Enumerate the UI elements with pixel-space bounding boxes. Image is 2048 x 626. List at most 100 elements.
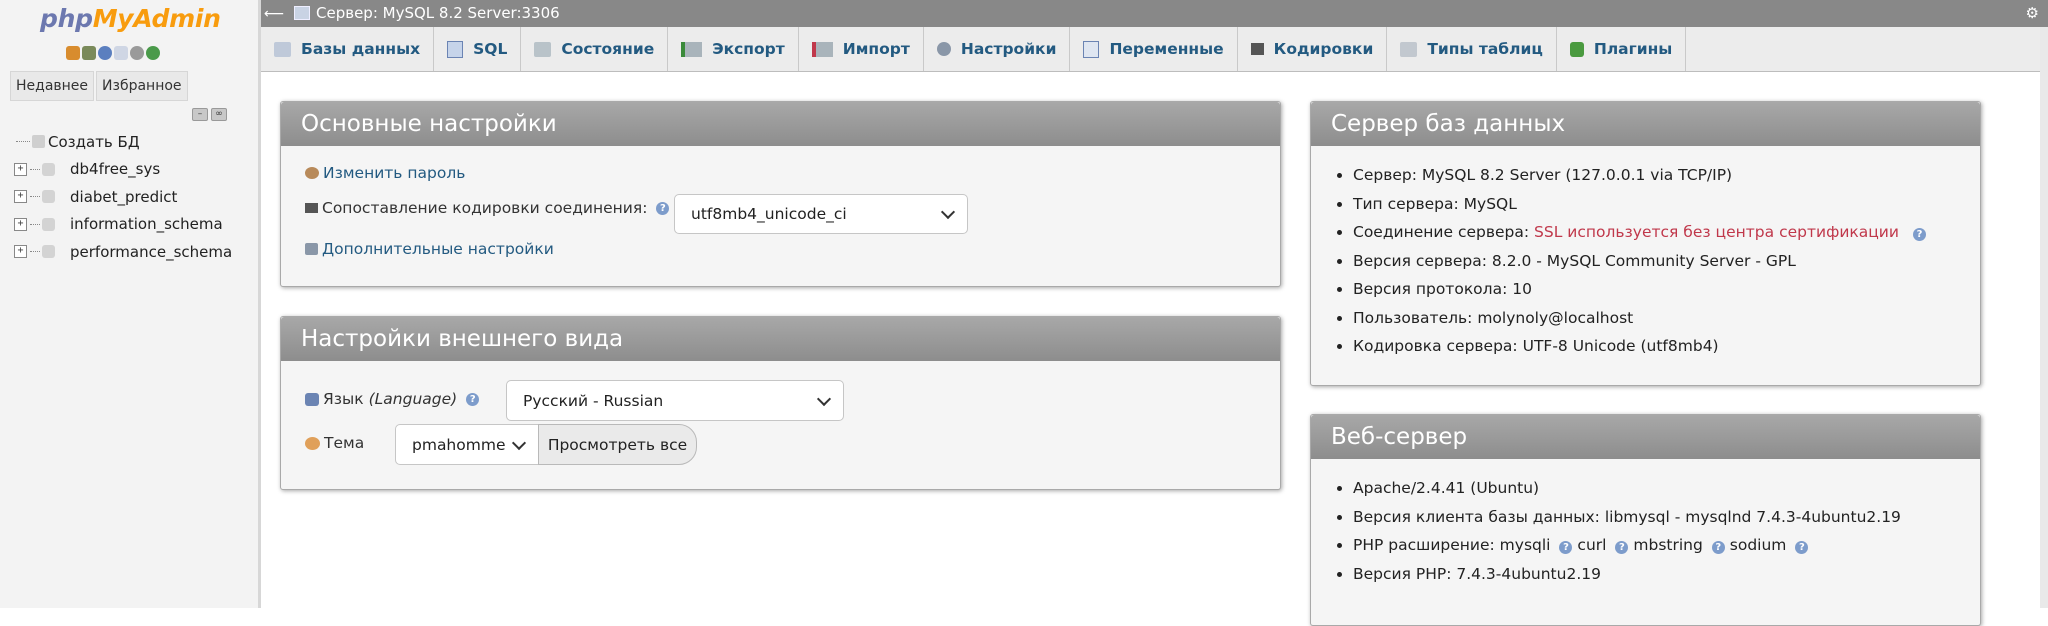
navigation-panel: phpMyAdmin Недавнее Избранное – ∞ Создат… — [0, 0, 259, 608]
more-settings-link[interactable]: Дополнительные настройки — [322, 240, 554, 258]
change-password-row: Изменить пароль — [305, 164, 465, 182]
info-label: Версия протокола: — [1353, 280, 1508, 298]
general-settings-panel: Основные настройки Изменить пароль Сопос… — [280, 101, 1281, 287]
panel-title: Сервер баз данных — [1311, 102, 1980, 146]
export-icon — [681, 41, 703, 57]
chevron-down-icon — [511, 435, 527, 450]
expand-icon[interactable]: + — [14, 217, 27, 231]
list-item: Соединение сервера: SSL используется без… — [1353, 218, 1926, 247]
nav-quick-icons — [66, 46, 160, 62]
help-icon[interactable]: ? — [656, 201, 670, 215]
phpmyadmin-logo[interactable]: phpMyAdmin — [40, 4, 221, 33]
help-icon[interactable]: ? — [1795, 541, 1809, 554]
tree-item-information-schema[interactable]: + information_schema — [14, 211, 232, 239]
info-label: Сервер: — [1353, 166, 1417, 184]
tree-item-create-db[interactable]: Создать БД — [14, 128, 232, 156]
change-password-icon — [305, 167, 319, 179]
tab-charsets[interactable]: Кодировки — [1238, 27, 1388, 71]
main-tabs: Базы данных SQL Состояние Экспорт Импорт… — [261, 27, 2048, 72]
tab-engines[interactable]: Типы таблиц — [1387, 27, 1557, 71]
collation-label: Сопоставление кодировки соединения: — [322, 199, 648, 217]
info-label: Кодировка сервера: — [1353, 337, 1518, 355]
nav-settings-icon[interactable] — [130, 46, 144, 60]
logout-icon[interactable] — [82, 46, 96, 60]
language-row: Язык (Language) ? — [305, 390, 480, 408]
tab-plugins[interactable]: Плагины — [1557, 27, 1687, 71]
list-item: Версия сервера: 8.2.0 - MySQL Community … — [1353, 247, 1926, 276]
theme-label: Тема — [324, 434, 365, 452]
status-icon — [534, 41, 552, 57]
collation-select[interactable]: utf8mb4_unicode_ci — [674, 194, 968, 234]
php-ext-item: sodium — [1729, 536, 1787, 554]
panel-title: Веб-сервер — [1311, 415, 1980, 459]
nav-tab-favorites[interactable]: Избранное — [96, 71, 188, 101]
expand-icon[interactable]: + — [14, 190, 27, 204]
help-icon[interactable]: ? — [1559, 541, 1573, 554]
info-value: 8.2.0 - MySQL Community Server - GPL — [1491, 251, 1796, 270]
main-scrollbar[interactable] — [2040, 27, 2048, 608]
tab-import[interactable]: Импорт — [799, 27, 924, 71]
expand-icon[interactable]: + — [14, 162, 27, 176]
panel-title: Основные настройки — [281, 102, 1280, 146]
breadcrumb-server-label: Сервер: MySQL 8.2 Server:3306 — [316, 4, 560, 22]
language-label-en: (Language) — [368, 390, 458, 408]
info-value: 10 — [1512, 280, 1532, 298]
info-label: Версия сервера: — [1353, 251, 1487, 270]
wrench-icon — [305, 243, 318, 255]
theme-palette-icon — [305, 436, 320, 450]
tab-settings[interactable]: Настройки — [924, 27, 1071, 71]
theme-row: Тема — [305, 434, 364, 452]
nav-resizer[interactable] — [258, 0, 261, 608]
apache-version: Apache/2.4.41 (Ubuntu) — [1353, 479, 1540, 497]
language-select[interactable]: Русский - Russian — [506, 380, 844, 421]
list-item: Сервер: MySQL 8.2 Server (127.0.0.1 via … — [1353, 161, 1926, 190]
tree-item-db4free-sys[interactable]: + db4free_sys — [14, 156, 232, 184]
breadcrumb-server[interactable]: Сервер: MySQL 8.2 Server:3306 — [294, 4, 560, 22]
tab-label: Настройки — [960, 40, 1057, 58]
collapse-nav-icon[interactable]: ⟵ — [264, 6, 284, 22]
tab-export[interactable]: Экспорт — [668, 27, 799, 71]
server-breadcrumb-bar: ⟵ Сервер: MySQL 8.2 Server:3306 ⚙ — [261, 0, 2048, 27]
tab-variables[interactable]: Переменные — [1070, 27, 1238, 71]
db-label: information_schema — [70, 215, 223, 234]
expand-icon[interactable]: + — [14, 245, 27, 259]
database-icon — [42, 190, 55, 204]
view-all-label: Просмотреть все — [547, 435, 688, 454]
view-all-themes-button[interactable]: Просмотреть все — [538, 424, 697, 465]
reload-icon[interactable] — [146, 46, 160, 60]
change-password-link[interactable]: Изменить пароль — [323, 164, 465, 182]
help-icon[interactable]: ? — [1711, 541, 1725, 554]
help-icon[interactable]: ? — [466, 392, 480, 406]
nav-tab-recent[interactable]: Недавнее — [10, 71, 95, 101]
php-version: Версия PHP: 7.4.3-4ubuntu2.19 — [1353, 564, 1601, 583]
tab-label: Кодировки — [1273, 40, 1374, 58]
tab-label: Переменные — [1109, 40, 1224, 58]
tree-item-performance-schema[interactable]: + performance_schema — [14, 238, 232, 266]
home-icon[interactable] — [66, 46, 80, 60]
help-icon[interactable]: ? — [1615, 541, 1629, 554]
language-icon — [305, 392, 319, 406]
theme-select[interactable]: pmahomme — [395, 424, 539, 465]
web-server-panel: Веб-сервер Apache/2.4.41 (Ubuntu) Версия… — [1310, 414, 1981, 626]
create-db-label: Создать БД — [48, 132, 140, 151]
tab-label: Состояние — [561, 40, 655, 58]
help-icon[interactable]: ? — [1912, 228, 1926, 241]
tab-sql[interactable]: SQL — [434, 27, 522, 71]
info-value: molynoly@localhost — [1477, 308, 1634, 327]
panel-title: Настройки внешнего вида — [281, 317, 1280, 361]
db-label: diabet_predict — [70, 187, 178, 206]
list-item: Версия PHP: 7.4.3-4ubuntu2.19 — [1353, 560, 1901, 589]
theme-value: pmahomme — [412, 435, 506, 454]
tree-item-diabet-predict[interactable]: + diabet_predict — [14, 183, 232, 211]
import-icon — [811, 41, 833, 57]
link-with-main-icon[interactable]: ∞ — [211, 108, 227, 121]
docs-icon[interactable] — [114, 46, 128, 60]
tab-status[interactable]: Состояние — [521, 27, 669, 71]
list-item: Тип сервера: MySQL — [1353, 190, 1926, 219]
collapse-all-icon[interactable]: – — [192, 108, 208, 121]
query-window-icon[interactable] — [98, 46, 112, 60]
tab-databases[interactable]: Базы данных — [261, 27, 435, 71]
settings-gear-icon[interactable]: ⚙ — [2026, 4, 2039, 22]
tab-label: Импорт — [842, 40, 910, 58]
logo-part-php: php — [40, 4, 93, 33]
